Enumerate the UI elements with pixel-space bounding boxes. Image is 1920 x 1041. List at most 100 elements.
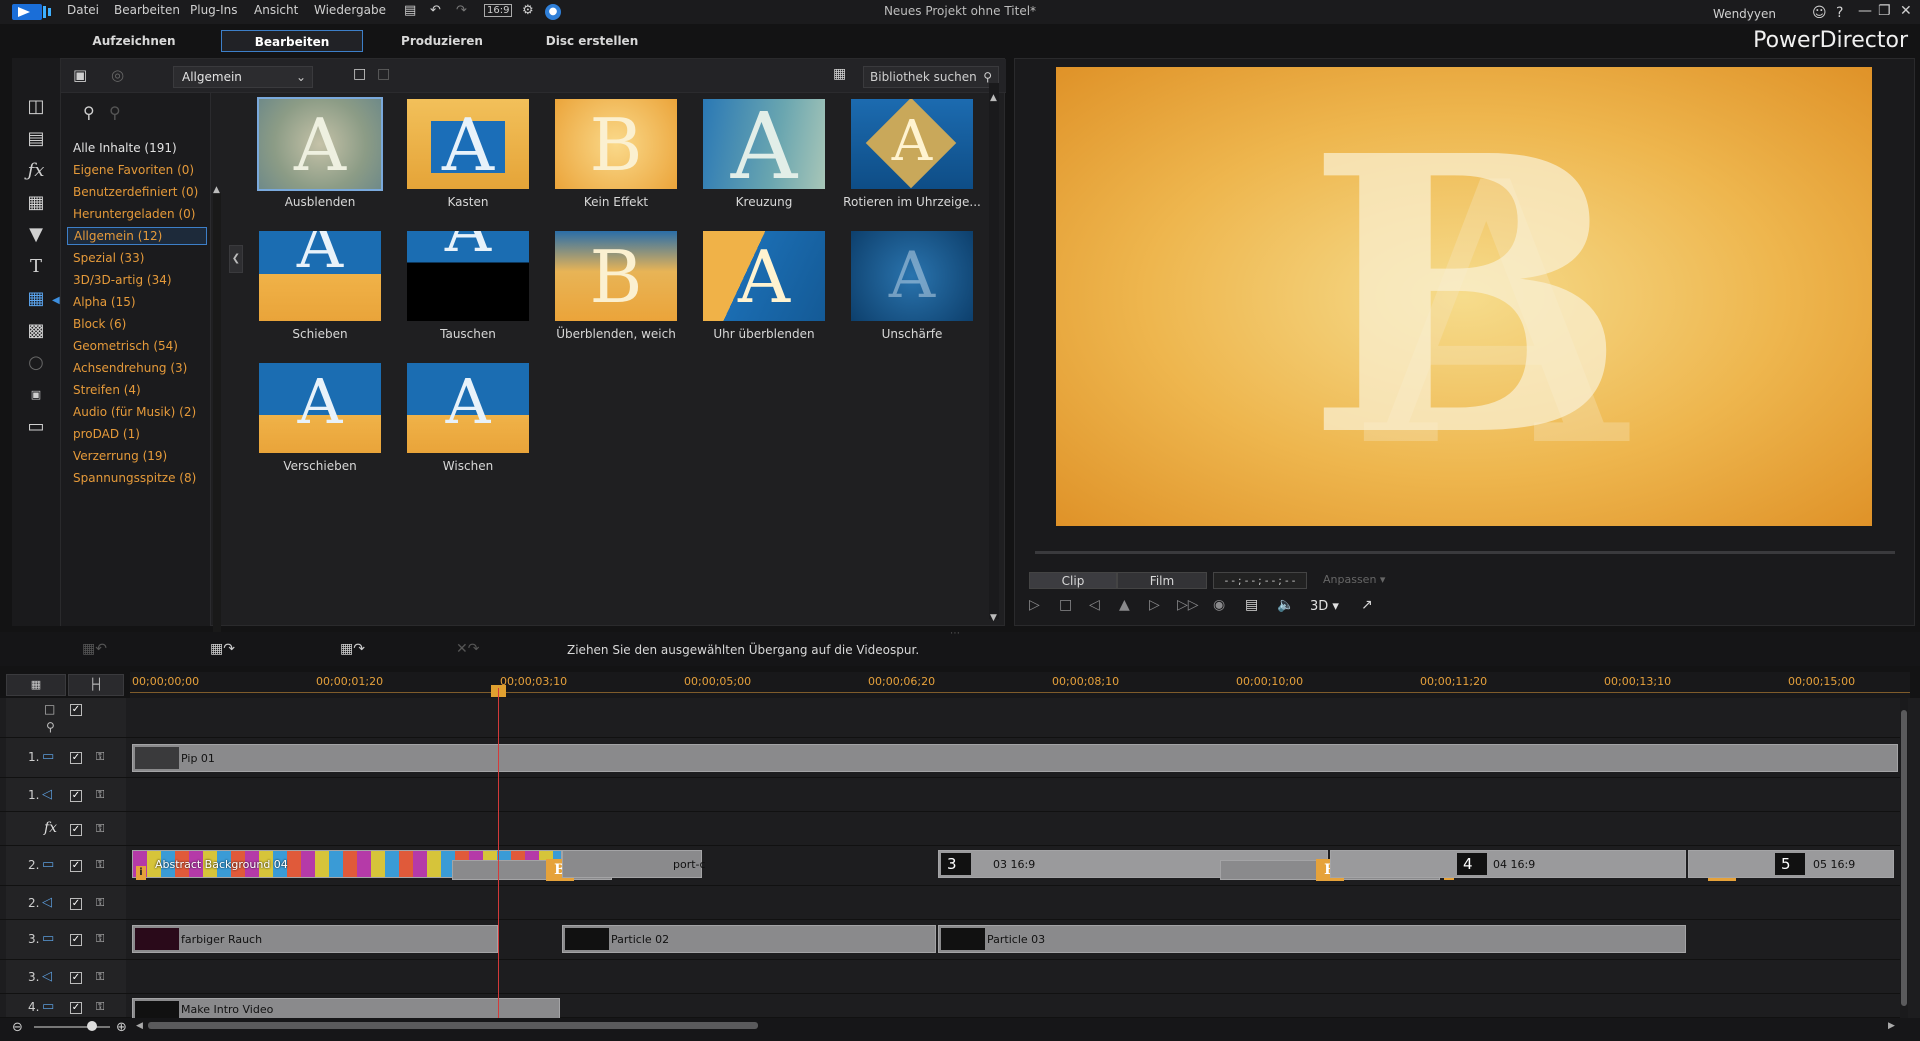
collapse-panel-button[interactable]: ❮ [229, 245, 243, 273]
scroll-down-icon[interactable]: ▼ [990, 613, 997, 623]
transition-thumb-kasten[interactable]: A Kasten [407, 99, 529, 209]
transition-thumb-unschaerfe[interactable]: A Unschärfe [851, 231, 973, 341]
category-dropdown[interactable]: Allgemein ⌄ [173, 66, 313, 88]
split-icon[interactable]: ✕↷ [456, 641, 479, 657]
previous-frame-icon[interactable]: ◁ [1089, 597, 1100, 613]
category-item[interactable]: Streifen (4) [73, 383, 141, 397]
category-item[interactable]: Audio (für Musik) (2) [73, 405, 196, 419]
library-scrollbar[interactable] [989, 83, 999, 619]
track-lock-icon[interactable]: ⚿ [96, 1000, 104, 1014]
preview-scrubber[interactable] [1035, 551, 1895, 554]
category-item[interactable]: Achsendrehung (3) [73, 361, 187, 375]
stop-icon[interactable]: □ [1059, 597, 1072, 613]
category-scrollbar[interactable] [213, 193, 221, 653]
track-enable-checkbox[interactable]: ✓ [70, 752, 82, 764]
audio-mixing-room-icon[interactable]: ▩ [24, 320, 48, 342]
fix-enhance-icon[interactable]: ▦↶ [82, 641, 107, 657]
3d-mode-button[interactable]: 3D ▾ [1310, 599, 1339, 614]
fit-dropdown[interactable]: Anpassen ▾ [1323, 573, 1385, 586]
close-icon[interactable]: ✕ [1900, 3, 1912, 19]
timeline-vertical-scrollbar[interactable] [1900, 698, 1908, 1018]
fit-timeline-button[interactable]: ├┤ [68, 674, 124, 696]
transition-thumb-tauschen[interactable]: A Tauschen [407, 231, 529, 341]
category-item-selected[interactable]: Allgemein (12) [67, 227, 207, 245]
category-item[interactable]: Spannungsspitze (8) [73, 471, 196, 485]
chapter-marker-icon[interactable]: □ [44, 702, 55, 716]
marker-pin-icon[interactable]: ⚲ [46, 720, 55, 734]
track-enable-checkbox[interactable]: ✓ [70, 972, 82, 984]
film-tab[interactable]: Film [1117, 572, 1207, 589]
transition-thumb-ueberblenden-weich[interactable]: B Überblenden, weich [555, 231, 677, 341]
title-room-icon[interactable]: T [24, 256, 48, 278]
timeline-horizontal-scrollbar[interactable] [148, 1022, 758, 1029]
track-lock-icon[interactable]: ⚿ [96, 970, 104, 984]
track-enable-checkbox[interactable]: ✓ [70, 824, 82, 836]
track-lock-icon[interactable]: ⚿ [96, 858, 104, 872]
clip-tab[interactable]: Clip [1029, 572, 1117, 589]
track-lock-icon[interactable]: ⚿ [96, 822, 104, 836]
tab-aufzeichnen[interactable]: Aufzeichnen [80, 30, 188, 52]
track-lock-icon[interactable]: ⚿ [96, 788, 104, 802]
volume-icon[interactable]: 🔈 [1277, 597, 1294, 613]
transition-thumb-verschieben[interactable]: A Verschieben [259, 363, 381, 473]
scroll-up-icon[interactable]: ▲ [213, 185, 220, 195]
category-item[interactable]: Verzerrung (19) [73, 449, 167, 463]
transition-thumb-ausblenden[interactable]: A Ausblenden [257, 97, 383, 209]
chapter-room-icon[interactable]: ▣ [24, 384, 48, 406]
track-lock-icon[interactable]: ⚿ [96, 932, 104, 946]
timeline-clip-port[interactable]: port-c [562, 850, 706, 878]
track-lock-icon[interactable]: ⚿ [96, 896, 104, 910]
remove-icon[interactable]: □ [377, 66, 390, 82]
track-enable-checkbox[interactable]: ✓ [70, 704, 82, 716]
help-button[interactable]: ? [1836, 5, 1843, 21]
category-item[interactable]: 3D/3D-artig (34) [73, 273, 172, 287]
next-frame-icon[interactable]: ▷ [1149, 597, 1160, 613]
resize-handle-icon[interactable]: ⋯ [950, 628, 960, 639]
timecode-display[interactable]: - - ; - - ; - - ; - - [1213, 572, 1307, 589]
tab-produzieren[interactable]: Produzieren [388, 30, 496, 52]
media-room-icon[interactable]: ◫ [24, 96, 48, 118]
snapshot-camera-icon[interactable]: ◉ [1213, 597, 1225, 613]
grid-view-icon[interactable]: ▦ [833, 66, 846, 82]
category-item[interactable]: Eigene Favoriten (0) [73, 163, 194, 177]
play-icon[interactable]: ▷ [1029, 597, 1040, 613]
transition-thumb-kreuzung[interactable]: A Kreuzung [703, 99, 825, 209]
zoom-slider[interactable] [34, 1026, 110, 1028]
timeline-clip-farbiger-rauch[interactable]: farbiger Rauch [132, 925, 498, 953]
category-item[interactable]: Spezial (33) [73, 251, 144, 265]
delete-tag-icon[interactable]: ⚲ [109, 103, 121, 122]
timeline-clip-particle-03[interactable]: Particle 03 [938, 925, 1686, 953]
playhead[interactable] [498, 688, 499, 1018]
category-item[interactable]: Heruntergeladen (0) [73, 207, 195, 221]
transition-thumb-wischen[interactable]: A Wischen [407, 363, 529, 473]
track-manager-button[interactable]: ▦ [6, 674, 66, 696]
tools-icon[interactable]: ▦↷ [210, 641, 235, 657]
timeline-clip-particle-02[interactable]: Particle 02 [562, 925, 936, 953]
tab-disc-erstellen[interactable]: Disc erstellen [530, 30, 654, 52]
track-enable-checkbox[interactable]: ✓ [70, 934, 82, 946]
minimize-icon[interactable]: — [1858, 3, 1872, 19]
tab-bearbeiten[interactable]: Bearbeiten [221, 30, 363, 52]
scroll-up-icon[interactable]: ▲ [990, 93, 997, 103]
add-tag-icon[interactable]: ⚲ [83, 103, 95, 122]
subtitle-icon[interactable]: ▤ [1245, 597, 1258, 613]
category-item[interactable]: Alle Inhalte (191) [73, 141, 177, 155]
track-enable-checkbox[interactable]: ✓ [70, 898, 82, 910]
category-item[interactable]: Alpha (15) [73, 295, 136, 309]
library-search-input[interactable]: Bibliothek suchen ⚲ [863, 66, 999, 88]
import-media-icon[interactable]: ▣ [73, 66, 87, 84]
timeline-clip-04[interactable]: 4 04 16:9 [1330, 850, 1686, 878]
pip-room-icon[interactable]: ▦ [24, 192, 48, 214]
undock-preview-icon[interactable]: ↗ [1361, 597, 1373, 613]
template-room-icon[interactable]: ▤ [24, 128, 48, 150]
transition-thumb-kein-effekt[interactable]: B Kein Effekt [555, 99, 677, 209]
scroll-right-icon[interactable]: ▶ [1888, 1021, 1895, 1031]
track-enable-checkbox[interactable]: ✓ [70, 790, 82, 802]
particle-room-icon[interactable]: ▼ [24, 224, 48, 246]
voice-over-microphone-icon[interactable]: ○ [24, 352, 48, 374]
fast-forward-icon[interactable]: ▷▷ [1177, 597, 1199, 613]
zoom-out-icon[interactable]: ⊖ [12, 1020, 23, 1035]
timeline-clip-pip[interactable]: Pip 01 [132, 744, 1898, 772]
category-item[interactable]: Benutzerdefiniert (0) [73, 185, 198, 199]
transition-room-icon[interactable]: ▦ [24, 288, 48, 310]
